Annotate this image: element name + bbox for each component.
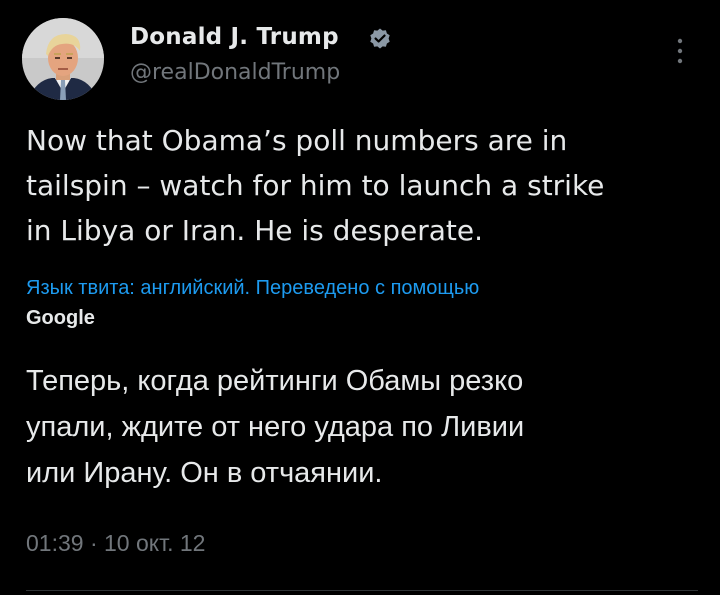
avatar[interactable] — [22, 18, 104, 100]
translation-provider: Google — [26, 307, 95, 329]
more-options-icon[interactable] — [672, 36, 688, 66]
tweet: Donald J. Trump @realDonaldTrump Now tha… — [0, 0, 720, 595]
author-handle[interactable]: @realDonaldTrump — [130, 60, 340, 85]
tweet-text: Now that Obama’s poll numbers are in tai… — [26, 124, 605, 247]
verified-badge-icon — [370, 28, 390, 49]
tweet-timestamp[interactable]: 01:39 · 10 окт. 12 — [26, 530, 205, 557]
translation-note-link[interactable]: Язык твита: английский. Переведено с пом… — [26, 277, 479, 300]
author-name[interactable]: Donald J. Trump — [130, 24, 339, 50]
divider — [26, 590, 698, 591]
avatar-image — [22, 18, 104, 100]
translated-text: Теперь, когда рейтинги Обамы резко упали… — [26, 365, 525, 489]
